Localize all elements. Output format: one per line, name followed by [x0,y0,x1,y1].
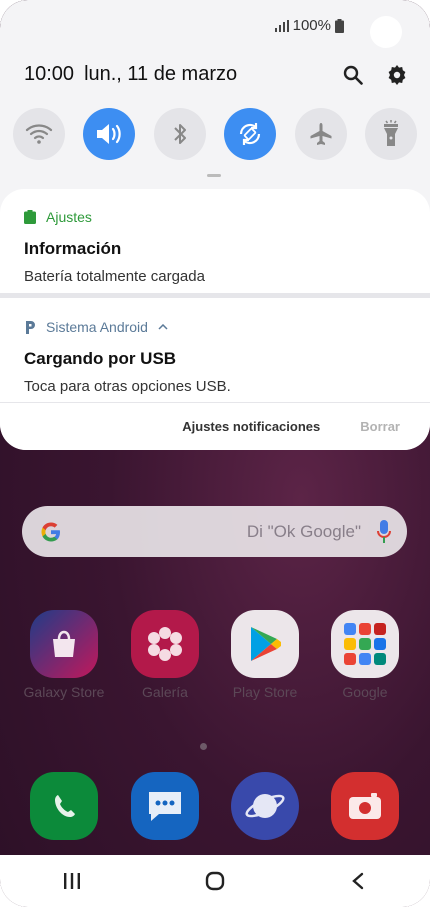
internet-planet-icon [231,772,299,840]
rotate-icon [240,123,261,145]
notifications-panel: Ajustes Información Batería totalmente c… [0,189,430,450]
app-google-folder[interactable]: Google [322,610,408,700]
messages-icon [131,772,199,840]
dock-camera[interactable] [322,772,408,840]
google-g-icon [41,522,60,541]
auto-rotate-toggle[interactable] [224,108,277,160]
navigation-bar [0,855,430,907]
wifi-toggle[interactable] [13,108,65,160]
notification-app-name: Sistema Android [46,319,148,335]
page-indicator [200,743,207,750]
back-icon [352,872,364,890]
gallery-flower-icon [131,610,199,678]
notification-app-name: Ajustes [46,209,92,225]
signal-icon [274,19,289,32]
notification-divider [0,293,430,298]
sound-toggle[interactable] [83,108,136,160]
phone-icon [30,772,98,840]
search-hint: Di "Ok Google" [246,521,361,541]
camera-icon [331,772,399,840]
battery-percent: 100% [292,17,331,34]
flashlight-icon [383,120,398,146]
gear-icon[interactable] [386,64,408,86]
dock-internet[interactable] [222,772,308,840]
app-galeria[interactable]: Galería [122,610,208,700]
dock-messages[interactable] [122,772,208,840]
notification-settings-button[interactable]: Ajustes notificaciones [182,419,320,434]
quick-toggles [13,108,417,160]
back-button[interactable] [338,861,378,901]
app-play-store[interactable]: Play Store [222,610,308,700]
notification-ajustes[interactable]: Ajustes Información Batería totalmente c… [24,209,406,285]
notification-actions: Ajustes notificaciones Borrar [0,402,430,450]
shade-drag-handle[interactable] [207,174,221,177]
recents-icon [63,873,80,889]
home-icon [205,871,225,891]
search-icon[interactable] [342,64,364,86]
app-galaxy-store[interactable]: Galaxy Store [21,610,107,700]
front-camera-cutout [370,16,402,48]
airplane-toggle[interactable] [294,108,347,160]
bluetooth-icon [174,124,186,144]
notification-usb-charging[interactable]: Sistema Android Cargando por USB Toca pa… [24,319,406,395]
android-system-icon [26,321,35,334]
header-row: 10:00 lun., 11 de marzo [24,63,408,86]
battery-icon [24,210,36,224]
mic-icon[interactable] [377,519,391,544]
clock[interactable]: 10:00 [24,63,74,86]
battery-icon [335,18,344,33]
app-label: Play Store [232,684,298,700]
app-label: Galería [142,684,188,700]
notification-title: Cargando por USB [24,349,177,368]
app-label: Galaxy Store [23,684,105,700]
status-bar: 100% [274,17,344,34]
date[interactable]: lun., 11 de marzo [84,63,237,86]
dock-phone[interactable] [21,772,107,840]
phone-screen: Di "Ok Google" Galaxy Store Galería Play… [0,0,430,907]
airplane-icon [310,123,332,145]
google-folder-icon [331,610,399,678]
google-search-bar[interactable]: Di "Ok Google" [22,506,407,557]
galaxy-store-icon [30,610,98,678]
wifi-icon [25,124,53,144]
home-button[interactable] [195,861,235,901]
notification-body: Batería totalmente cargada [24,268,205,285]
chevron-up-icon[interactable] [158,324,168,330]
notification-title: Información [24,239,122,258]
recent-apps-button[interactable] [52,861,92,901]
notification-shade: 100% 10:00 lun., 11 de marzo Ajustes Inf… [0,0,430,450]
play-store-icon [231,610,299,678]
flashlight-toggle[interactable] [364,108,417,160]
app-label: Google [342,684,388,700]
notification-body: Toca para otras opciones USB. [24,378,231,395]
volume-icon [97,124,122,144]
bluetooth-toggle[interactable] [153,108,206,160]
clear-button[interactable]: Borrar [360,419,400,434]
